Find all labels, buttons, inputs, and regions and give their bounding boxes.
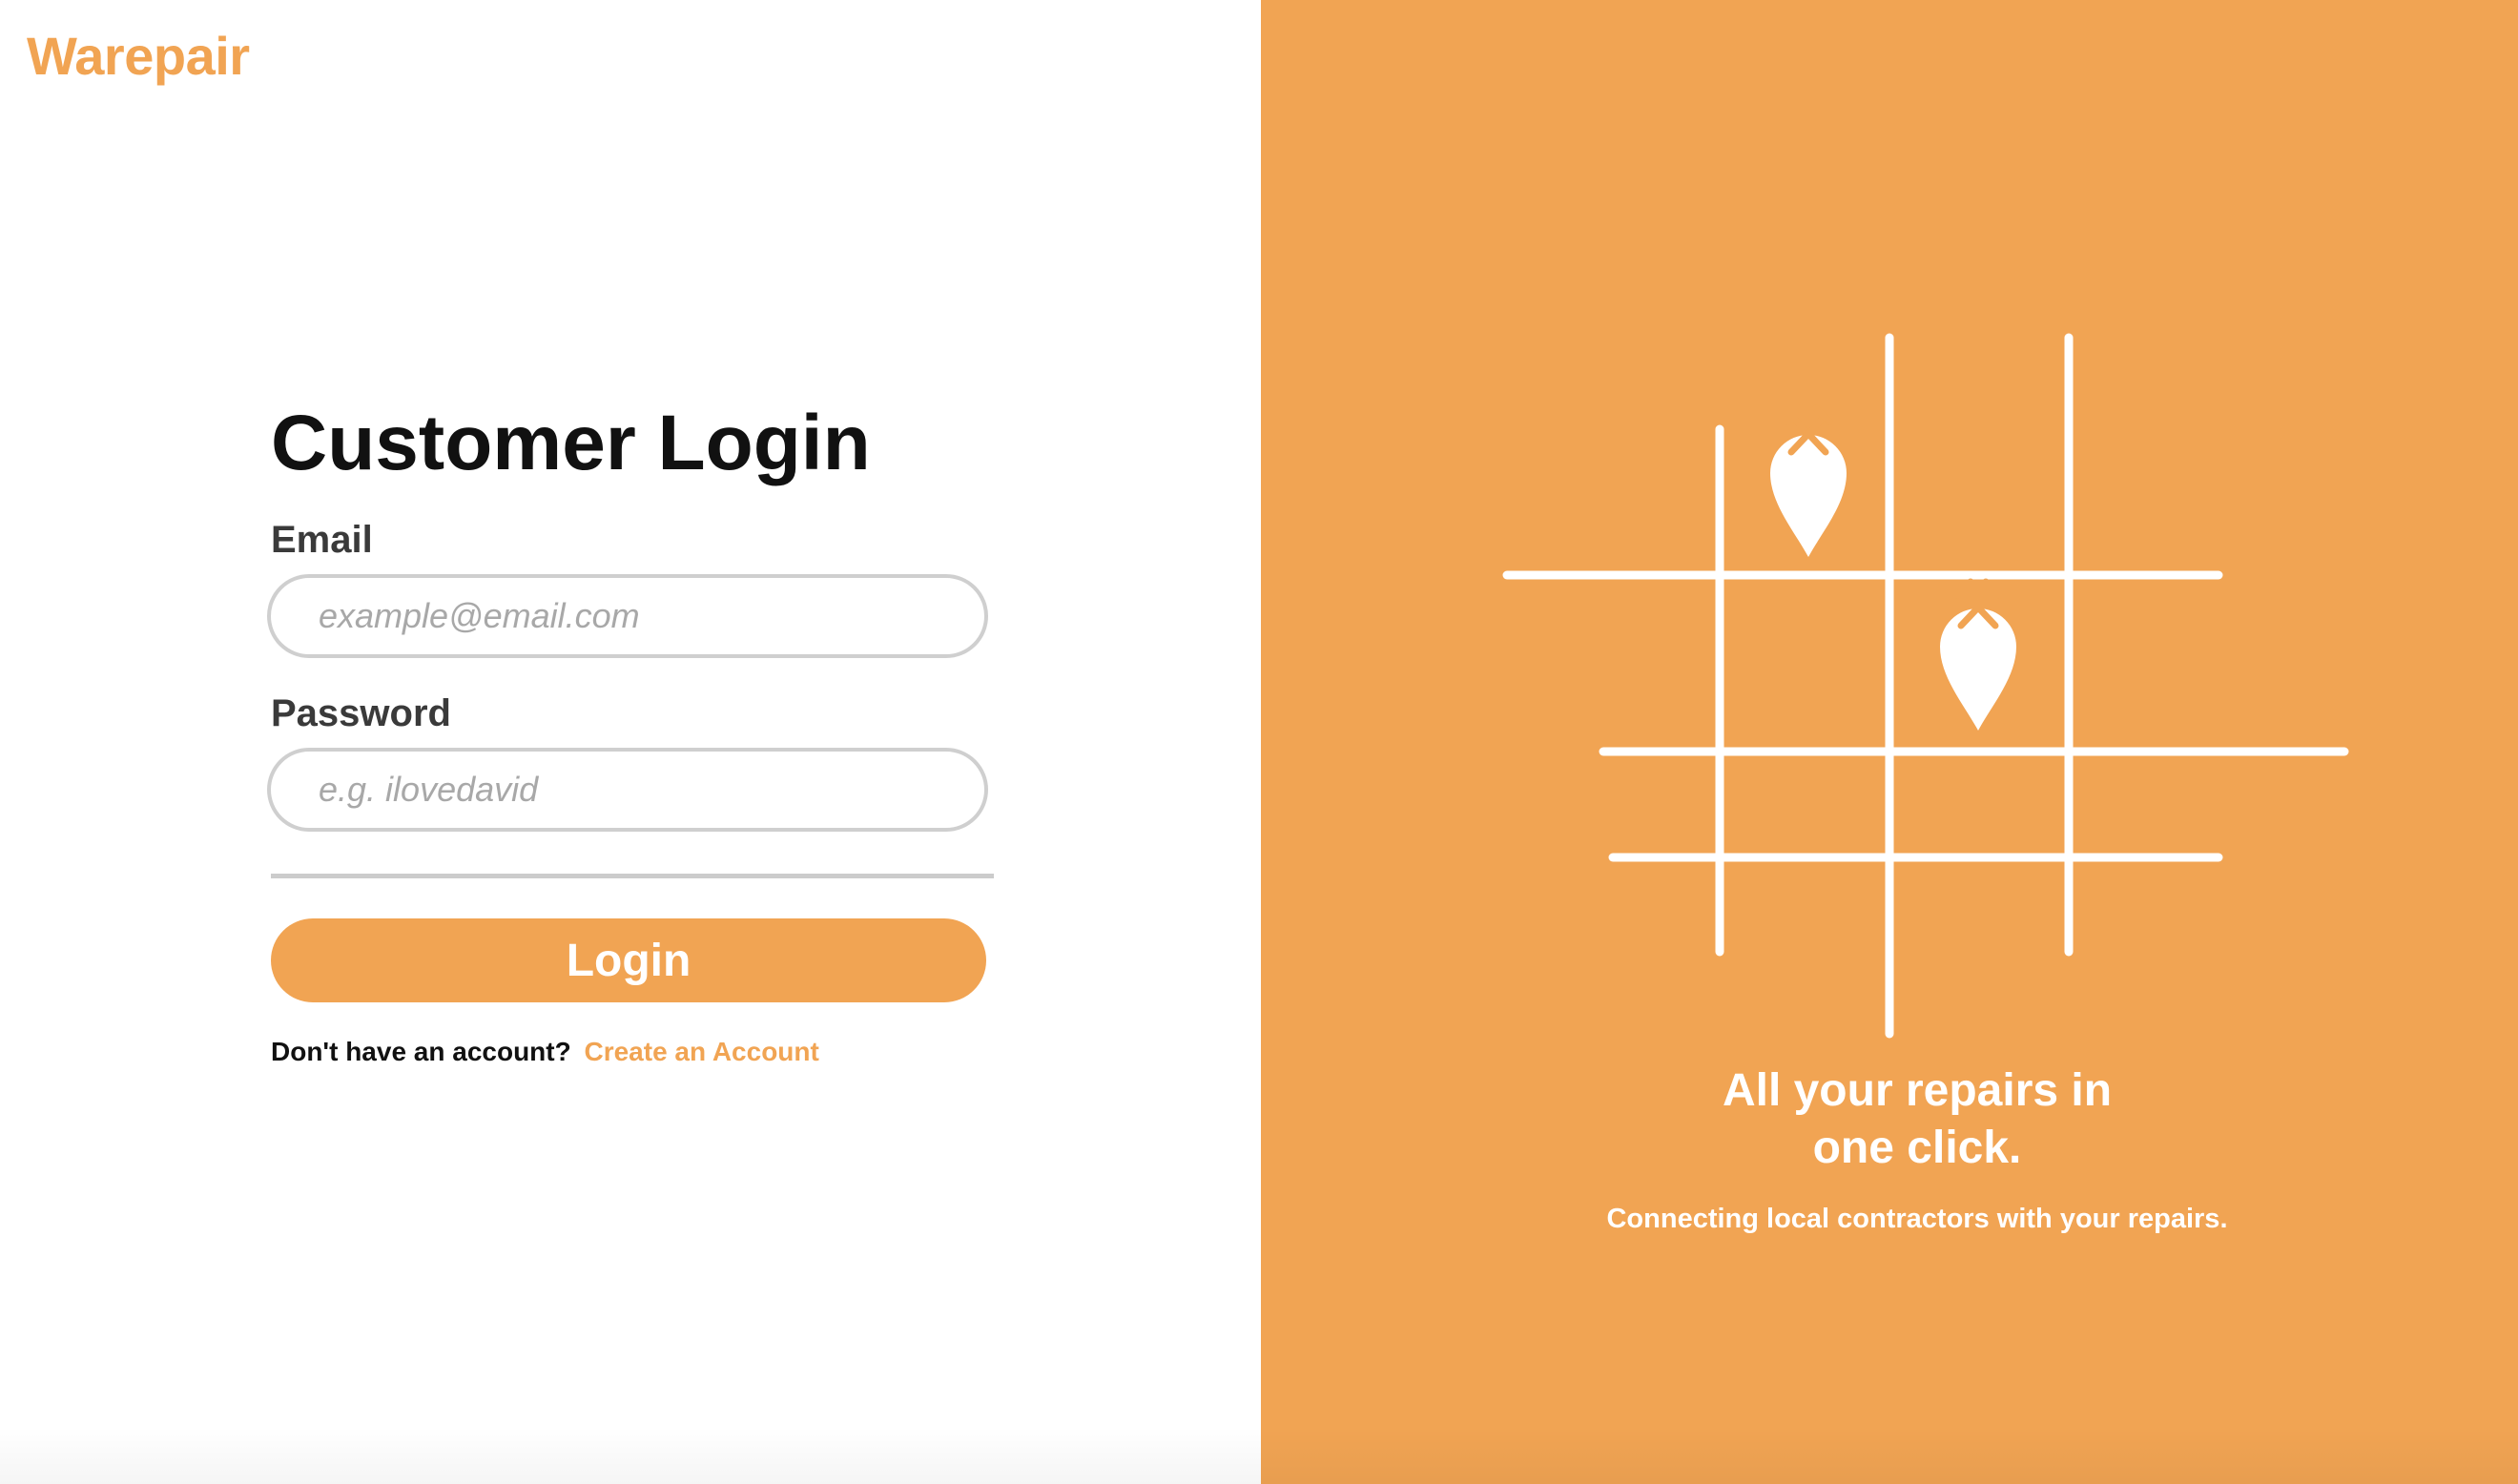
street-grid-illustration: [1502, 333, 2349, 1039]
hero-tagline: All your repairs in one click.: [1602, 1062, 2232, 1177]
hero-tagline-line: one click.: [1812, 1123, 2022, 1173]
map-pin-hammer-icon: [1940, 578, 2016, 731]
map-pin-hammer-icon: [1770, 404, 1847, 557]
hero-tagline-line: All your repairs in: [1722, 1065, 2113, 1116]
hero-subtagline: Connecting local contractors with your r…: [1606, 1204, 2228, 1234]
street-grid: [1502, 333, 2349, 1039]
login-page: Warepair Customer Login Email Password L…: [0, 0, 2518, 1484]
